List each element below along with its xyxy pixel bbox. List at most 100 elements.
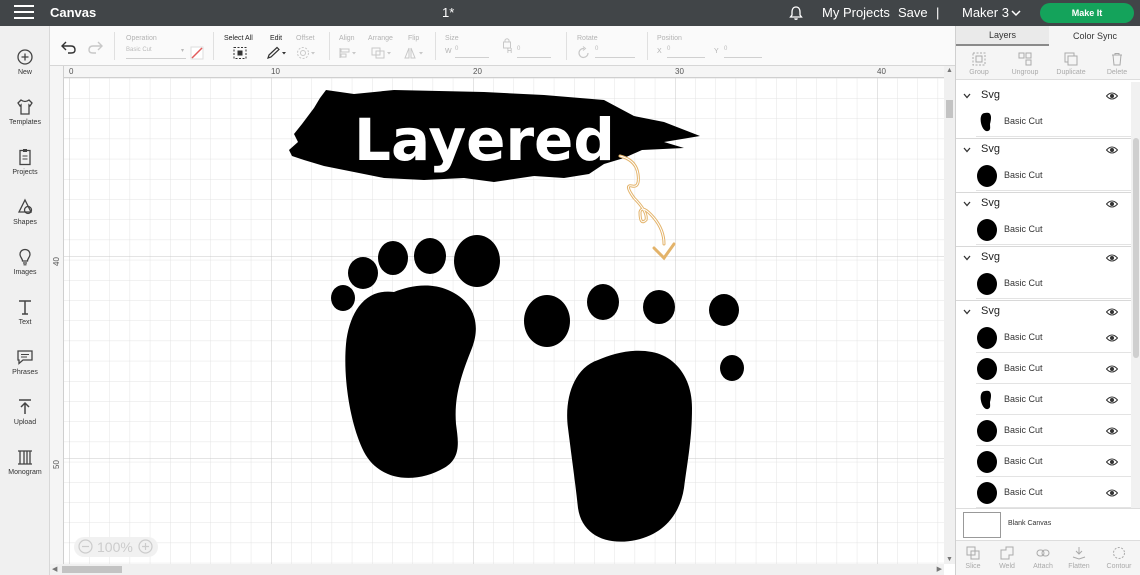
chevron-down-icon[interactable] (962, 307, 972, 317)
sidebar-item-phrases[interactable]: Phrases (0, 336, 50, 382)
sidebar-item-images[interactable]: Images (0, 236, 50, 282)
scroll-thumb[interactable] (1133, 138, 1139, 358)
make-it-button[interactable]: Make It (1040, 3, 1134, 23)
eye-icon[interactable] (1106, 307, 1118, 317)
eye-icon[interactable] (1106, 457, 1118, 467)
horizontal-scrollbar[interactable]: ◀ ▶ (50, 564, 944, 575)
right-foot-toe-4[interactable] (709, 294, 739, 326)
chevron-down-icon[interactable] (962, 91, 972, 101)
eye-icon[interactable] (1106, 364, 1118, 374)
color-swatch-icon[interactable] (190, 46, 204, 60)
layers-scrollbar[interactable] (1131, 82, 1140, 508)
edit-pen-icon[interactable] (266, 46, 288, 60)
sidebar-item-new[interactable]: New (0, 36, 50, 82)
layer-row[interactable]: Basic Cut (976, 323, 1131, 353)
x-position-field[interactable]: 0 (667, 46, 705, 58)
vertical-scrollbar[interactable]: ▲ ▼ (944, 66, 955, 564)
zoom-in-icon[interactable] (138, 539, 153, 554)
blank-canvas-row[interactable]: Blank Canvas (956, 508, 1140, 540)
design-canvas[interactable]: Layered (64, 78, 944, 564)
layer-row[interactable]: Basic Cut (976, 354, 1131, 384)
select-all-icon[interactable] (232, 46, 248, 60)
layer-row[interactable]: Basic Cut (976, 416, 1131, 446)
layer-row[interactable]: Basic Cut (976, 447, 1131, 477)
chevron-down-icon[interactable] (962, 145, 972, 155)
width-field[interactable]: 0 (455, 46, 489, 58)
right-foot-toe-2[interactable] (587, 284, 619, 320)
eye-icon[interactable] (1106, 426, 1118, 436)
layer-thumbnail (977, 420, 997, 442)
eye-icon[interactable] (1106, 91, 1118, 101)
layer-row[interactable]: Basic Cut (976, 107, 1131, 137)
text-icon (19, 300, 31, 315)
left-foot-toe-3[interactable] (378, 241, 408, 275)
layers-panel: Layers Color Sync Group Ungroup Duplicat… (955, 26, 1140, 575)
attach-button[interactable]: Attach (1026, 541, 1060, 575)
undo-icon[interactable] (61, 40, 77, 54)
layer-row[interactable]: Basic Cut (976, 215, 1131, 245)
left-foot-toe-1[interactable] (454, 235, 500, 287)
left-foot-sole[interactable] (345, 285, 476, 478)
scroll-thumb[interactable] (946, 100, 953, 118)
sidebar-item-monogram[interactable]: Monogram (0, 436, 50, 482)
tab-layers[interactable]: Layers (956, 26, 1049, 46)
redo-icon[interactable] (87, 40, 103, 54)
eye-icon[interactable] (1106, 253, 1118, 263)
right-foot-sole[interactable] (567, 350, 692, 542)
scroll-left-icon[interactable]: ◀ (52, 565, 57, 573)
layer-row[interactable]: Basic Cut (976, 161, 1131, 191)
save-button[interactable]: Save (898, 5, 928, 20)
layer-row[interactable]: Basic Cut (976, 385, 1131, 415)
layer-row[interactable]: Basic Cut (976, 478, 1131, 508)
chevron-down-icon[interactable] (962, 199, 972, 209)
ungroup-button[interactable]: Ungroup (1002, 46, 1048, 80)
layer-group[interactable]: Svg (956, 139, 1131, 161)
chevron-down-icon[interactable] (962, 253, 972, 263)
operation-select[interactable]: Basic Cut ▾ (126, 47, 186, 59)
hamburger-menu-icon[interactable] (14, 5, 34, 21)
sidebar-item-text[interactable]: Text (0, 286, 50, 332)
contour-button[interactable]: Contour (1102, 541, 1136, 575)
eye-icon[interactable] (1106, 333, 1118, 343)
weld-button[interactable]: Weld (990, 541, 1024, 575)
my-projects-link[interactable]: My Projects (822, 5, 890, 20)
zoom-out-icon[interactable] (78, 539, 93, 554)
eye-icon[interactable] (1106, 488, 1118, 498)
left-foot-toe-4[interactable] (348, 257, 378, 289)
right-foot-toe-3[interactable] (643, 290, 675, 324)
layer-group[interactable]: Svg (956, 193, 1131, 215)
flatten-button[interactable]: Flatten (1062, 541, 1096, 575)
rotate-field[interactable]: 0 (595, 46, 635, 58)
left-foot-toe-2[interactable] (414, 238, 446, 274)
sidebar-item-projects[interactable]: Projects (0, 136, 50, 182)
sidebar-item-upload[interactable]: Upload (0, 386, 50, 432)
delete-button[interactable]: Delete (1094, 46, 1140, 80)
scroll-thumb[interactable] (62, 566, 122, 573)
machine-selector[interactable]: Maker 3 (962, 5, 1009, 20)
scroll-down-icon[interactable]: ▼ (946, 556, 953, 563)
layer-group[interactable]: Svg (956, 85, 1131, 107)
canvas-color-swatch[interactable] (963, 512, 1001, 538)
sidebar-item-shapes[interactable]: Shapes (0, 186, 50, 232)
sidebar-item-templates[interactable]: Templates (0, 86, 50, 132)
group-button[interactable]: Group (956, 46, 1002, 80)
left-foot-toe-5[interactable] (331, 285, 355, 311)
height-field[interactable]: 0 (517, 46, 551, 58)
monogram-icon (18, 450, 32, 465)
tab-color-sync[interactable]: Color Sync (1049, 26, 1140, 46)
layer-row[interactable]: Basic Cut (976, 269, 1131, 299)
right-foot-toe-5[interactable] (720, 355, 744, 381)
right-foot-toe-1[interactable] (524, 295, 570, 347)
chevron-down-icon[interactable] (1010, 7, 1022, 19)
scroll-right-icon[interactable]: ▶ (937, 565, 942, 573)
layer-group[interactable]: Svg (956, 301, 1131, 323)
layer-group[interactable]: Svg (956, 247, 1131, 269)
eye-icon[interactable] (1106, 199, 1118, 209)
y-position-field[interactable]: 0 (724, 46, 762, 58)
scroll-up-icon[interactable]: ▲ (946, 67, 953, 74)
eye-icon[interactable] (1106, 395, 1118, 405)
eye-icon[interactable] (1106, 145, 1118, 155)
bell-icon[interactable] (788, 5, 804, 21)
duplicate-button[interactable]: Duplicate (1048, 46, 1094, 80)
slice-button[interactable]: Slice (956, 541, 990, 575)
